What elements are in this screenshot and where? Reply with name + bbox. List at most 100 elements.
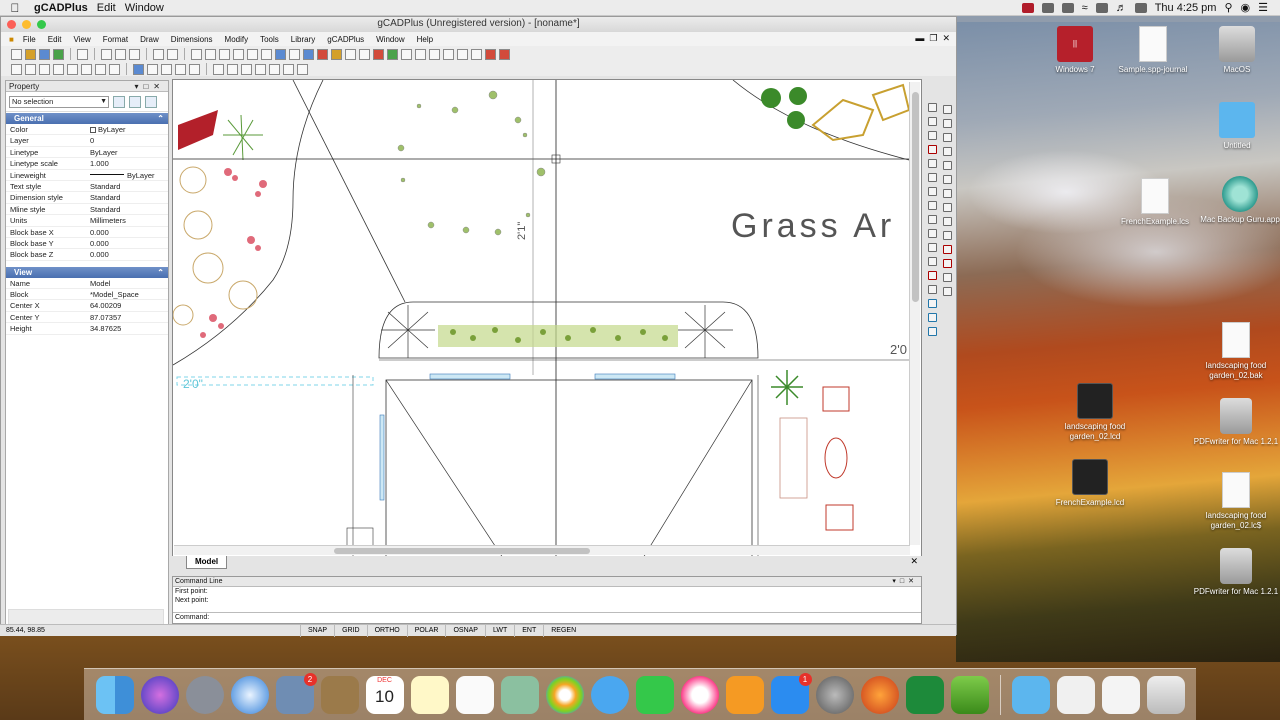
desktop-icon-frenchexample-lcs[interactable]: FrenchExample.lcs [1110,178,1200,227]
arc-icon[interactable] [39,63,50,75]
ortho-toggle[interactable]: ORTHO [366,624,407,637]
property-row-name[interactable]: Name Model [6,278,168,290]
lengthen-icon[interactable] [928,257,937,266]
extend-icon[interactable] [297,63,308,75]
leader-icon[interactable] [189,63,200,75]
property-row-linetype[interactable]: Linetype ByLayer [6,147,168,159]
cut-icon[interactable] [101,48,112,60]
menu-format[interactable]: Format [97,35,134,44]
import-icon[interactable] [53,48,64,60]
menu-modify[interactable]: Modify [219,35,255,44]
scrollbar-thumb[interactable] [912,92,919,302]
array-icon[interactable] [943,147,952,156]
downloads-stack-icon[interactable] [1101,675,1140,714]
property-row-color[interactable]: Color ByLayer [6,124,168,136]
block-tool-icon[interactable] [928,313,937,322]
scale-tool-icon[interactable] [928,159,937,168]
collapse-icon[interactable]: ⌃ [157,113,164,124]
safari-icon[interactable] [230,675,269,714]
pencil-icon[interactable] [928,103,937,112]
parallels-tray-icon[interactable] [1021,2,1034,13]
finder-icon[interactable] [95,675,134,714]
grid-toggle[interactable]: GRID [334,624,367,637]
move-tool-icon[interactable] [928,131,937,140]
color-icon[interactable] [387,48,398,60]
ellipse-icon[interactable] [109,63,120,75]
rectangle-icon[interactable] [81,63,92,75]
wifi-icon[interactable]: ≈ [1082,2,1088,14]
extend-tool-icon[interactable] [943,203,952,212]
desktop-icon-macos[interactable]: MacOS [1192,26,1280,75]
distance-icon[interactable] [345,48,356,60]
mtext-icon[interactable] [429,48,440,60]
applications-folder-icon[interactable] [1011,675,1050,714]
move-icon[interactable] [213,63,224,75]
command-input[interactable]: Command: [173,612,921,623]
scale-icon[interactable] [241,63,252,75]
ibooks-icon[interactable] [725,675,764,714]
display-tray-icon[interactable] [1041,2,1054,13]
photos-icon[interactable] [545,675,584,714]
area-icon[interactable] [359,48,370,60]
paste-icon[interactable] [129,48,140,60]
menu-file[interactable]: File [17,35,42,44]
table-icon[interactable] [443,48,454,60]
property-row-dimension-style[interactable]: Dimension style Standard [6,192,168,204]
siri-dock-icon[interactable] [140,675,179,714]
dim-radius-icon[interactable] [161,63,172,75]
garden-app-icon[interactable] [950,675,989,714]
drawing-canvas[interactable]: 2'1" Grass Ar 2'0 2'0" [172,79,922,557]
polygon-icon[interactable] [95,63,106,75]
siri-icon[interactable]: ◉ [1241,1,1251,14]
menu-library[interactable]: Library [285,35,321,44]
menu-tools[interactable]: Tools [254,35,285,44]
menu-draw[interactable]: Draw [134,35,165,44]
close-window-button[interactable] [7,20,16,29]
desktop-icon-frenchexample-lcd[interactable]: FrenchExample.lcd [1045,459,1135,508]
property-row-block-base-z[interactable]: Block base Z 0.000 [6,249,168,261]
canvas-horizontal-scrollbar[interactable] [174,545,910,555]
app-store-icon[interactable]: 1 [770,672,812,714]
triangle-icon[interactable] [943,119,952,128]
measure-icon[interactable] [485,48,496,60]
gcadplus-dock-icon[interactable] [905,675,944,714]
save-icon[interactable] [39,48,50,60]
offset-icon[interactable] [269,63,280,75]
desktop-icon-sample-journal[interactable]: Sample.spp-journal [1108,26,1198,75]
menu-edit[interactable]: Edit [42,35,68,44]
mail-icon[interactable]: 2 [275,672,317,714]
stretch-icon[interactable] [928,187,937,196]
menu-view[interactable]: View [68,35,97,44]
magnet-icon[interactable] [943,259,952,268]
pan-icon[interactable] [261,48,272,60]
system-preferences-icon[interactable] [815,675,854,714]
desktop-icon-landscaping-bak[interactable]: landscaping food garden_02.bak [1191,322,1280,381]
volume-icon[interactable]: ♬ [1116,2,1127,14]
desktop-icon-pdfwriter-1[interactable]: PDFwriter for Mac 1.2.1 [1191,398,1280,447]
insert-icon[interactable] [331,48,342,60]
block-icon[interactable] [317,48,328,60]
grid-tool-icon[interactable] [943,287,952,296]
regen-toggle[interactable]: REGEN [543,624,583,637]
dim-angular-icon[interactable] [175,63,186,75]
scrollbar-thumb[interactable] [334,548,590,554]
firefox-icon[interactable] [860,675,899,714]
desktop-icon-pdfwriter-2[interactable]: PDFwriter for Mac 1.2.1 [1191,548,1280,597]
zoom-window-button[interactable] [37,20,46,29]
grid-icon[interactable] [457,48,468,60]
trim-icon[interactable] [283,63,294,75]
zoom-in-icon[interactable] [191,48,202,60]
menu-window[interactable]: Window [370,35,410,44]
property-row-layer[interactable]: Layer 0 [6,135,168,147]
close-icon[interactable]: ✕ [910,556,918,567]
messages-icon[interactable] [590,675,629,714]
mirror-icon[interactable] [255,63,266,75]
mirror-tool-icon[interactable] [928,173,937,182]
menubar-edit[interactable]: Edit [97,2,125,14]
contacts-icon[interactable] [320,675,359,714]
menubar-clock[interactable]: Thu 4:25 pm [1155,2,1217,14]
diamond-icon[interactable] [943,231,952,240]
rotate-icon[interactable] [227,63,238,75]
tab-model[interactable]: Model [186,556,228,569]
property-row-center-x[interactable]: Center X 64.00209 [6,300,168,312]
